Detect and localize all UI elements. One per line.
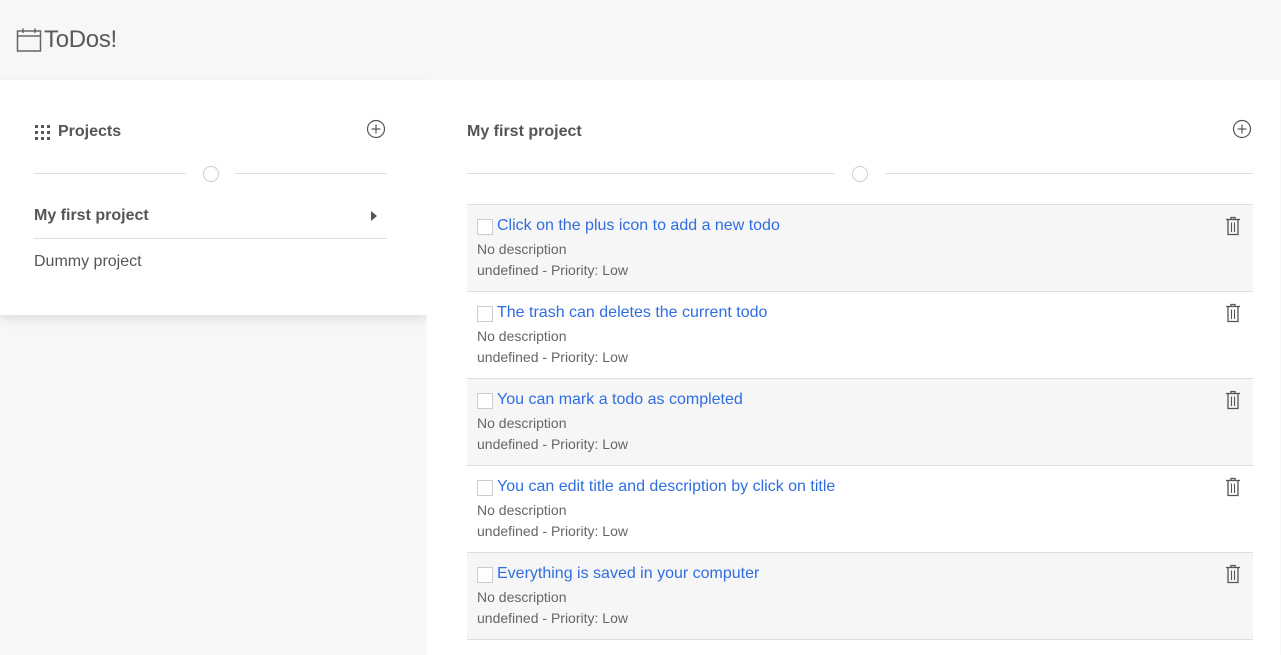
todo-item: Everything is saved in your computer No … [467, 553, 1253, 640]
todos-divider [467, 166, 1253, 182]
grid-icon [35, 125, 50, 140]
todo-title[interactable]: Click on the plus icon to add a new todo [497, 217, 780, 235]
project-label: My first project [34, 206, 149, 224]
projects-header: Projects [34, 122, 121, 142]
todo-meta: undefined - Priority: Low [477, 523, 628, 539]
project-item-my-first-project[interactable]: My first project [34, 193, 387, 239]
todo-description[interactable]: No description [477, 589, 567, 605]
todo-description[interactable]: No description [477, 241, 567, 257]
todo-checkbox[interactable] [477, 393, 493, 409]
todo-checkbox[interactable] [477, 306, 493, 322]
trash-icon[interactable] [1225, 216, 1241, 236]
todo-list: Click on the plus icon to add a new todo… [467, 204, 1253, 640]
todo-title[interactable]: You can edit title and description by cl… [497, 478, 835, 496]
todo-checkbox[interactable] [477, 567, 493, 583]
calendar-icon [16, 28, 42, 52]
trash-icon[interactable] [1225, 390, 1241, 410]
todo-description[interactable]: No description [477, 502, 567, 518]
project-label: Dummy project [34, 253, 142, 270]
todo-item: The trash can deletes the current todo N… [467, 292, 1253, 379]
project-title[interactable]: My first project [467, 123, 582, 141]
todo-checkbox[interactable] [477, 480, 493, 496]
projects-panel: Projects My first project Dummy project [0, 80, 427, 315]
caret-right-icon [371, 211, 377, 221]
todo-description[interactable]: No description [477, 328, 567, 344]
trash-icon[interactable] [1225, 303, 1241, 323]
trash-icon[interactable] [1225, 477, 1241, 497]
brand: ToDos! [16, 26, 117, 54]
app-title: ToDos! [44, 26, 117, 53]
todo-item: You can edit title and description by cl… [467, 466, 1253, 553]
add-project-button[interactable] [366, 119, 386, 139]
projects-divider [34, 166, 387, 182]
todo-item: Click on the plus icon to add a new todo… [467, 205, 1253, 292]
project-item-dummy-project[interactable]: Dummy project [34, 239, 387, 285]
todo-title[interactable]: Everything is saved in your computer [497, 565, 759, 583]
todo-meta: undefined - Priority: Low [477, 436, 628, 452]
projects-title: Projects [58, 123, 122, 140]
todo-meta: undefined - Priority: Low [477, 262, 628, 278]
todo-title[interactable]: You can mark a todo as completed [497, 391, 743, 409]
todos-panel: My first project Click on the plus icon … [427, 80, 1280, 655]
add-todo-button[interactable] [1232, 119, 1252, 139]
todo-meta: undefined - Priority: Low [477, 610, 628, 626]
todo-checkbox[interactable] [477, 219, 493, 235]
todo-item: You can mark a todo as completed No desc… [467, 379, 1253, 466]
todo-description[interactable]: No description [477, 415, 567, 431]
todo-meta: undefined - Priority: Low [477, 349, 628, 365]
app-header: ToDos! [0, 0, 1281, 80]
trash-icon[interactable] [1225, 564, 1241, 584]
todos-header: My first project [467, 122, 582, 142]
todo-title[interactable]: The trash can deletes the current todo [497, 304, 767, 322]
